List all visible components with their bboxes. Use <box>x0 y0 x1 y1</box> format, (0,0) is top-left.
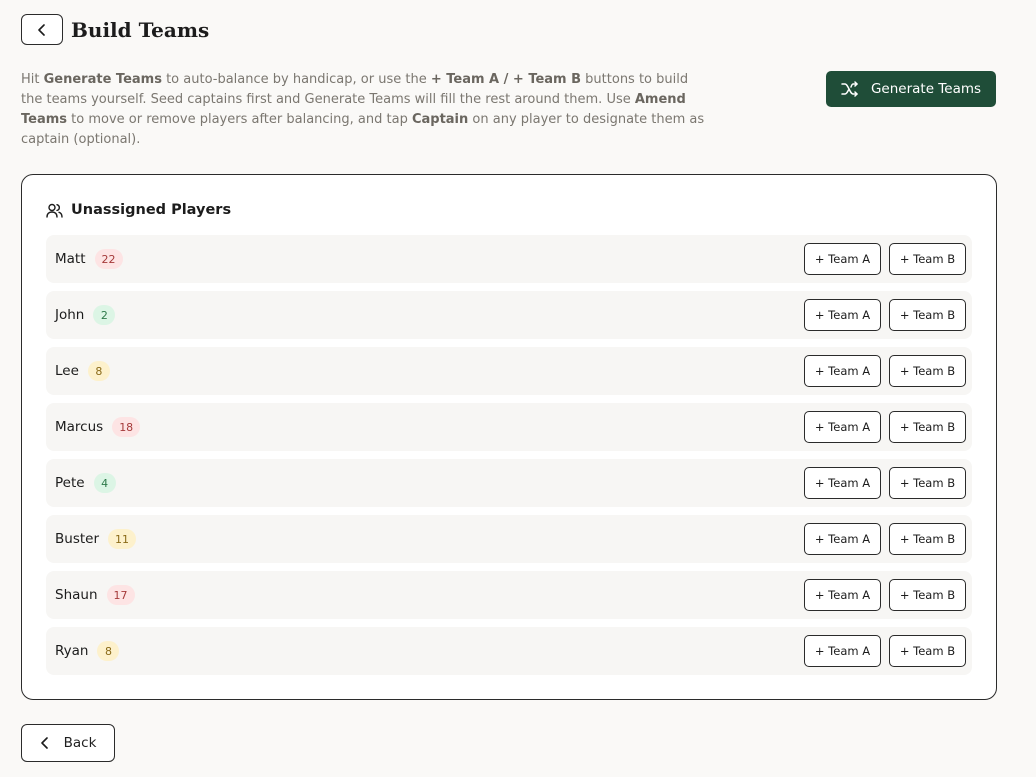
back-button[interactable]: Back <box>21 724 115 762</box>
add-to-team-b-button[interactable]: + Team B <box>889 299 966 331</box>
player-name: John <box>55 307 85 323</box>
add-to-team-a-button[interactable]: + Team A <box>804 635 881 667</box>
add-to-team-b-button[interactable]: + Team B <box>889 523 966 555</box>
header-back-button[interactable] <box>21 14 63 45</box>
player-name: Shaun <box>55 587 98 603</box>
add-to-team-b-button[interactable]: + Team B <box>889 243 966 275</box>
back-button-label: Back <box>63 735 97 751</box>
add-to-team-b-button[interactable]: + Team B <box>889 411 966 443</box>
player-name: Ryan <box>55 643 89 659</box>
handicap-badge: 11 <box>108 529 137 549</box>
player-name: Marcus <box>55 419 104 435</box>
intro-bold-generate: Generate Teams <box>43 72 162 87</box>
player-list: Matt 22 + Team A + Team B John 2 + Team A + Tea… <box>46 235 972 683</box>
player-row: Pete 4 + Team A + Team B <box>46 459 972 507</box>
intro-text-part: to auto-balance by handicap, or use the <box>161 72 431 87</box>
unassigned-players-heading: Unassigned Players <box>46 202 231 218</box>
add-to-team-a-button[interactable]: + Team A <box>804 579 881 611</box>
player-row: Lee 8 + Team A + Team B <box>46 347 972 395</box>
intro-text: Hit Generate Teams to auto-balance by ha… <box>21 70 711 150</box>
player-name: Lee <box>55 363 79 379</box>
intro-text-part: to move or remove players after balancin… <box>67 112 412 127</box>
add-to-team-a-button[interactable]: + Team A <box>804 299 881 331</box>
chevron-left-icon <box>38 23 45 36</box>
player-name: Matt <box>55 251 86 267</box>
add-to-team-b-button[interactable]: + Team B <box>889 579 966 611</box>
add-to-team-b-button[interactable]: + Team B <box>889 355 966 387</box>
player-name: Buster <box>55 531 100 547</box>
player-row: Shaun 17 + Team A + Team B <box>46 571 972 619</box>
users-icon <box>46 203 63 218</box>
generate-teams-label: Generate Teams <box>870 81 982 97</box>
generate-teams-button[interactable]: Generate Teams <box>826 71 996 107</box>
player-row: Marcus 18 + Team A + Team B <box>46 403 972 451</box>
handicap-badge: 17 <box>106 585 135 605</box>
add-to-team-a-button[interactable]: + Team A <box>804 355 881 387</box>
add-to-team-b-button[interactable]: + Team B <box>889 467 966 499</box>
intro-text-part: Hit <box>21 72 44 87</box>
add-to-team-b-button[interactable]: + Team B <box>889 635 966 667</box>
handicap-badge: 4 <box>93 473 116 493</box>
handicap-badge: 2 <box>93 305 116 325</box>
add-to-team-a-button[interactable]: + Team A <box>804 243 881 275</box>
unassigned-players-card: Unassigned Players Matt 22 + Team A + Team … <box>21 174 997 700</box>
handicap-badge: 22 <box>94 249 123 269</box>
handicap-badge: 18 <box>112 417 141 437</box>
player-row: John 2 + Team A + Team B <box>46 291 972 339</box>
handicap-badge: 8 <box>87 361 110 381</box>
unassigned-players-title: Unassigned Players <box>71 202 232 218</box>
add-to-team-a-button[interactable]: + Team A <box>804 411 881 443</box>
player-row: Matt 22 + Team A + Team B <box>46 235 972 283</box>
shuffle-icon <box>841 81 858 97</box>
chevron-left-icon <box>40 737 48 749</box>
handicap-badge: 8 <box>97 641 120 661</box>
add-to-team-a-button[interactable]: + Team A <box>804 467 881 499</box>
player-row: Ryan 8 + Team A + Team B <box>46 627 972 675</box>
intro-bold-team-buttons: + Team A / + Team B <box>430 72 582 87</box>
page-header: Build Teams <box>21 14 209 45</box>
intro-bold-captain: Captain <box>411 112 469 127</box>
add-to-team-a-button[interactable]: + Team A <box>804 523 881 555</box>
player-row: Buster 11 + Team A + Team B <box>46 515 972 563</box>
page-title: Build Teams <box>71 17 210 42</box>
player-name: Pete <box>55 475 85 491</box>
